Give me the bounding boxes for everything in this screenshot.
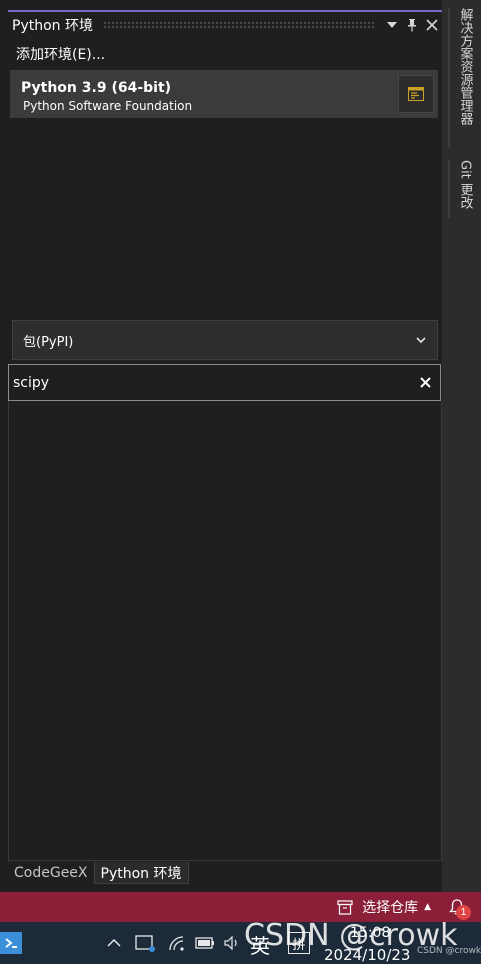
environment-name: Python 3.9 (64-bit)	[21, 80, 172, 96]
wifi-icon[interactable]	[166, 932, 188, 954]
repository-icon	[336, 899, 354, 915]
bottom-tab-strip: CodeGeeX Python 环境	[8, 862, 442, 886]
tab-solution-explorer[interactable]: 解决方案资源管理器	[448, 8, 476, 148]
panel-title-bar: Python 环境	[8, 10, 442, 38]
close-icon[interactable]	[422, 15, 442, 35]
chevron-up-icon[interactable]	[104, 932, 124, 954]
clear-icon[interactable]	[410, 368, 440, 398]
chevron-down-icon	[411, 330, 431, 350]
environment-vendor: Python Software Foundation	[23, 99, 193, 113]
tab-git-changes[interactable]: Git 更改	[448, 160, 476, 218]
notification-badge: 1	[456, 905, 471, 920]
python-environments-panel: Python 环境 添加环境(E)... Python 3.9 (64-bit)…	[0, 0, 442, 884]
volume-icon[interactable]	[222, 932, 244, 954]
tab-python-environments[interactable]: Python 环境	[93, 862, 189, 884]
side-tab-rail: 解决方案资源管理器 Git 更改	[442, 0, 481, 892]
console-icon	[408, 87, 424, 101]
package-results-area	[8, 401, 442, 861]
package-source-selected: 包(PyPI)	[23, 334, 74, 350]
package-source-select[interactable]: 包(PyPI)	[12, 320, 438, 360]
package-search-box	[8, 364, 441, 401]
drag-grip[interactable]	[102, 21, 374, 29]
panel-title: Python 环境	[12, 18, 93, 34]
tab-codegeex[interactable]: CodeGeeX	[8, 862, 94, 884]
caret-up-icon: ▲	[424, 902, 431, 912]
pen-tray-icon[interactable]	[134, 932, 156, 954]
select-repository-label: 选择仓库	[362, 900, 419, 916]
dropdown-icon[interactable]	[382, 15, 402, 35]
battery-icon[interactable]	[194, 932, 216, 954]
environment-item[interactable]: Python 3.9 (64-bit) Python Software Foun…	[10, 70, 438, 118]
tab-git-changes-label: Git 更改	[457, 160, 473, 209]
tab-solution-explorer-label: 解决方案资源管理器	[457, 8, 473, 125]
terminal-app-icon[interactable]	[0, 932, 22, 954]
add-environment-link[interactable]: 添加环境(E)...	[16, 44, 105, 64]
watermark-small: CSDN @crowk	[417, 946, 481, 956]
pin-icon[interactable]	[402, 15, 422, 35]
package-search-input[interactable]	[9, 365, 410, 400]
open-interactive-window-button[interactable]	[398, 75, 434, 113]
